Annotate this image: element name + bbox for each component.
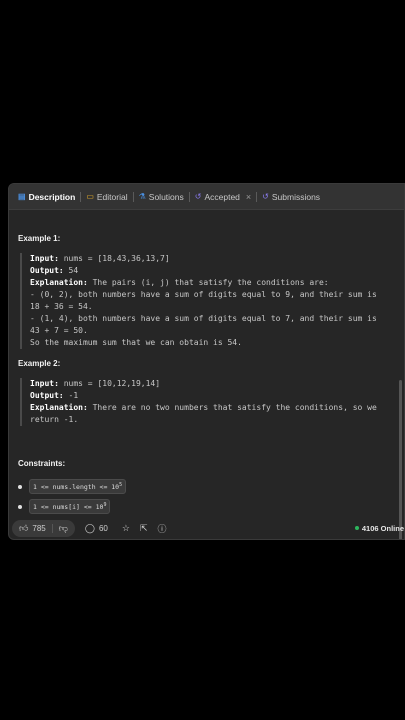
example-2-block: Input: nums = [10,12,19,14] Output: -1 E…	[20, 378, 390, 426]
tab-divider	[80, 191, 82, 202]
tab-accepted[interactable]: ↺ Accepted ×	[192, 192, 254, 202]
close-icon[interactable]: ×	[246, 192, 251, 202]
flask-icon: ⚗	[138, 191, 146, 201]
tab-label: Accepted	[204, 191, 240, 202]
explanation-label: Explanation:	[30, 278, 88, 287]
online-dot-icon	[354, 526, 359, 530]
explanation-text: So the maximum sum that we can obtain is…	[30, 338, 242, 347]
footer-bar: 👍︎ 785 👎︎ ◯ 60 ☆ ⇱ ⓘ 4106 Online	[9, 515, 404, 539]
tab-description[interactable]: ▤ Description	[15, 192, 78, 202]
tab-divider	[256, 191, 258, 202]
online-count: 4106 Online	[361, 523, 404, 533]
tab-editorial[interactable]: ▭ Editorial	[83, 192, 130, 202]
online-indicator: 4106 Online	[354, 523, 404, 533]
tab-solutions[interactable]: ⚗ Solutions	[136, 192, 187, 202]
output-label: Output:	[30, 266, 64, 275]
constraints-heading: Constraints:	[18, 459, 66, 468]
bullet-icon	[18, 484, 22, 489]
constraint-item: 1 <= nums.length <= 105	[18, 479, 127, 495]
constraint-code: 1 <= nums.length <= 105	[29, 479, 127, 495]
output-value: 54	[63, 266, 79, 275]
history-icon: ↺	[194, 191, 202, 201]
tab-divider	[132, 191, 134, 202]
explanation-text: There are no two numbers that satisfy th…	[87, 403, 377, 412]
tab-divider	[188, 191, 190, 202]
tab-label: Description	[28, 191, 76, 202]
input-value: nums = [10,12,19,14]	[58, 379, 161, 388]
explanation-text: 43 + 7 = 50.	[30, 326, 88, 335]
like-count: 785	[32, 523, 46, 533]
star-icon: ☆	[121, 522, 130, 533]
tab-label: Solutions	[148, 191, 184, 202]
constraint-item: 1 <= nums[i] <= 109	[18, 499, 111, 515]
example-2-heading: Example 2:	[18, 359, 61, 368]
vote-divider	[51, 523, 53, 533]
history-icon: ↺	[262, 191, 269, 201]
share-button[interactable]: ⇱	[140, 523, 148, 534]
explanation-text: - (0, 2), both numbers have a sum of dig…	[30, 290, 377, 299]
example-1-block: Input: nums = [18,43,36,13,7] Output: 54…	[20, 253, 390, 349]
explanation-text: - (1, 4), both numbers have a sum of dig…	[30, 314, 377, 323]
input-label: Input:	[30, 379, 59, 388]
favorite-button[interactable]: ☆	[122, 523, 130, 534]
tab-submissions[interactable]: ↺ Submissions	[259, 192, 323, 202]
vote-group: 👍︎ 785 👎︎	[12, 519, 75, 537]
explanation-label: Explanation:	[30, 403, 88, 412]
tab-label: Submissions	[271, 191, 321, 202]
output-label: Output:	[30, 391, 64, 400]
input-value: nums = [18,43,36,13,7]	[58, 254, 170, 263]
book-icon: ▭	[86, 191, 94, 201]
share-icon: ⇱	[139, 522, 148, 533]
thumbs-up-icon[interactable]: 👍︎	[19, 523, 28, 534]
tab-label: Editorial	[96, 191, 128, 202]
input-label: Input:	[30, 254, 59, 263]
explanation-text: The pairs (i, j) that satisfy the condit…	[87, 278, 329, 287]
comment-count: 60	[98, 523, 108, 533]
document-icon: ▤	[18, 191, 26, 201]
explanation-text: return -1.	[30, 415, 79, 424]
bullet-icon	[18, 504, 22, 509]
tab-bar: ▤ Description ▭ Editorial ⚗ Solutions ↺ …	[9, 184, 404, 210]
comments-button[interactable]: ◯ 60	[85, 523, 108, 534]
explanation-text: 18 + 36 = 54.	[30, 302, 93, 311]
help-button[interactable]: ⓘ	[158, 522, 167, 535]
constraint-code: 1 <= nums[i] <= 109	[29, 499, 111, 515]
thumbs-down-icon[interactable]: 👎︎	[59, 523, 68, 534]
example-1-heading: Example 1:	[18, 234, 61, 243]
problem-panel: ▤ Description ▭ Editorial ⚗ Solutions ↺ …	[8, 183, 405, 540]
help-icon: ⓘ	[157, 523, 167, 534]
output-value: -1	[63, 391, 79, 400]
comment-icon: ◯	[84, 522, 95, 533]
